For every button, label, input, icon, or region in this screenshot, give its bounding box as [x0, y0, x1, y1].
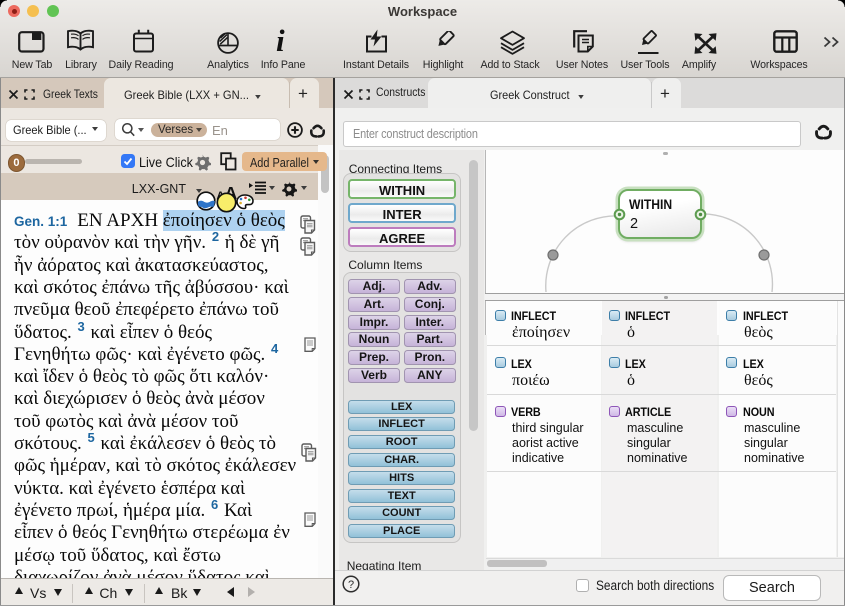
svg-text:?: ?	[348, 579, 354, 591]
